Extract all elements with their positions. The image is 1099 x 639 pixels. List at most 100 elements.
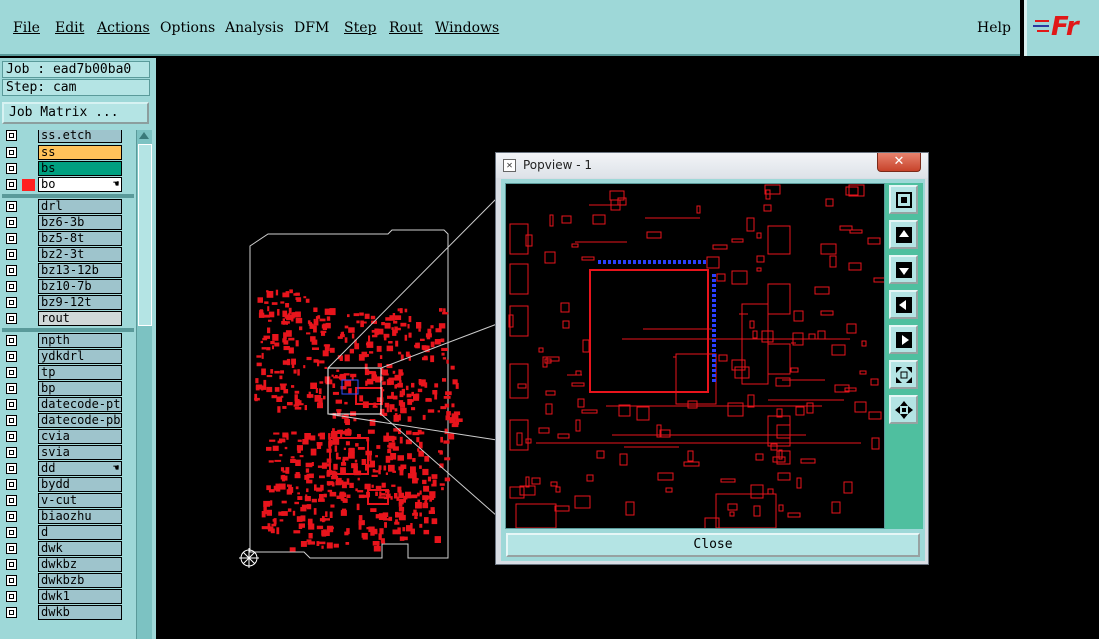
layer-checkbox[interactable] xyxy=(6,495,17,506)
layer-name[interactable]: ydkdrl xyxy=(38,349,122,364)
layer-name[interactable]: dwkbzb xyxy=(38,573,122,588)
layer-checkbox[interactable] xyxy=(6,179,17,190)
layer-name[interactable]: ss.etch xyxy=(38,130,122,143)
layer-row[interactable]: biaozhu xyxy=(2,509,134,525)
layer-checkbox[interactable] xyxy=(6,399,17,410)
layer-checkbox[interactable] xyxy=(6,233,17,244)
layer-name[interactable]: datecode-ptc xyxy=(38,397,122,412)
layer-name[interactable]: bp xyxy=(38,381,122,396)
layer-row[interactable]: bp xyxy=(2,381,134,397)
layer-row[interactable]: d xyxy=(2,525,134,541)
layer-checkbox[interactable] xyxy=(6,265,17,276)
layer-name[interactable]: bydd xyxy=(38,477,122,492)
layer-name[interactable]: tp xyxy=(38,365,122,380)
scroll-up-arrow-icon[interactable] xyxy=(139,132,149,139)
layer-row[interactable]: ydkdrl xyxy=(2,349,134,365)
layer-row[interactable]: npth xyxy=(2,333,134,349)
layer-row[interactable]: bz5-8t xyxy=(2,231,134,247)
layer-row[interactable]: bz6-3b xyxy=(2,215,134,231)
menu-analysis[interactable]: Analysis xyxy=(225,20,284,36)
layer-row[interactable]: bz9-12t xyxy=(2,295,134,311)
popview-close-x-button[interactable]: ✕ xyxy=(877,153,921,172)
layer-checkbox[interactable] xyxy=(6,415,17,426)
layer-checkbox[interactable] xyxy=(6,147,17,158)
layer-checkbox[interactable] xyxy=(6,511,17,522)
layer-name[interactable]: d xyxy=(38,525,122,540)
layer-checkbox[interactable] xyxy=(6,217,17,228)
layer-color-swatch[interactable] xyxy=(22,179,35,191)
layer-name[interactable]: rout xyxy=(38,311,122,326)
layer-checkbox[interactable] xyxy=(6,591,17,602)
popview-tool-arrow-up-button[interactable] xyxy=(889,220,918,249)
layer-name[interactable]: dd ☚ xyxy=(38,461,122,476)
layer-row[interactable]: ss xyxy=(2,145,134,161)
layer-checkbox[interactable] xyxy=(6,163,17,174)
popview-zoom-view[interactable] xyxy=(505,183,885,529)
layer-checkbox[interactable] xyxy=(6,559,17,570)
layer-checkbox[interactable] xyxy=(6,313,17,324)
layer-checkbox[interactable] xyxy=(6,479,17,490)
layer-row[interactable]: dwk xyxy=(2,541,134,557)
popview-close-button[interactable]: Close xyxy=(506,533,920,557)
popview-tool-zoom-out-button[interactable] xyxy=(889,395,918,424)
layer-row[interactable]: svia xyxy=(2,445,134,461)
layer-checkbox[interactable] xyxy=(6,249,17,260)
layer-checkbox[interactable] xyxy=(6,527,17,538)
layer-checkbox[interactable] xyxy=(6,463,17,474)
layer-name[interactable]: drl xyxy=(38,199,122,214)
layer-name[interactable]: cvia xyxy=(38,429,122,444)
menu-edit[interactable]: Edit xyxy=(55,20,84,36)
layer-row[interactable]: dd ☚ xyxy=(2,461,134,477)
layer-row[interactable]: ss.etch xyxy=(2,130,134,144)
layer-row[interactable]: bz10-7b xyxy=(2,279,134,295)
layer-row[interactable]: drl xyxy=(2,199,134,215)
layer-checkbox[interactable] xyxy=(6,201,17,212)
layer-name[interactable]: bz2-3t xyxy=(38,247,122,262)
popview-tool-arrow-right-button[interactable] xyxy=(889,325,918,354)
job-matrix-button[interactable]: Job Matrix ... xyxy=(2,102,149,124)
popview-tool-zoom-fit-button[interactable] xyxy=(889,185,918,214)
menu-windows[interactable]: Windows xyxy=(435,20,499,36)
layer-row[interactable]: cvia xyxy=(2,429,134,445)
layer-checkbox[interactable] xyxy=(6,281,17,292)
layer-list-scrollbar[interactable] xyxy=(136,130,152,639)
popview-tool-zoom-in-button[interactable] xyxy=(889,360,918,389)
layer-checkbox[interactable] xyxy=(6,575,17,586)
layer-row[interactable]: dwkbzb xyxy=(2,573,134,589)
layer-row[interactable]: dwk1 xyxy=(2,589,134,605)
layer-checkbox[interactable] xyxy=(6,351,17,362)
menu-help[interactable]: Help xyxy=(977,20,1011,36)
layer-name[interactable]: ss xyxy=(38,145,122,160)
layer-row[interactable]: bs xyxy=(2,161,134,177)
layer-row[interactable]: bo ☚ xyxy=(2,177,134,193)
layer-name[interactable]: bz6-3b xyxy=(38,215,122,230)
layer-name[interactable]: bz13-12b xyxy=(38,263,122,278)
layer-row[interactable]: datecode-pbc xyxy=(2,413,134,429)
layer-name[interactable]: dwkb xyxy=(38,605,122,620)
layer-checkbox[interactable] xyxy=(6,335,17,346)
layer-row[interactable]: rout xyxy=(2,311,134,327)
layer-row[interactable]: v-cut xyxy=(2,493,134,509)
layer-checkbox[interactable] xyxy=(6,543,17,554)
layer-name[interactable]: dwkbz xyxy=(38,557,122,572)
layer-name[interactable]: biaozhu xyxy=(38,509,122,524)
menu-actions[interactable]: Actions xyxy=(97,20,150,36)
layer-name[interactable]: datecode-pbc xyxy=(38,413,122,428)
layer-checkbox[interactable] xyxy=(6,447,17,458)
layer-checkbox[interactable] xyxy=(6,607,17,618)
layer-row[interactable]: dwkb xyxy=(2,605,134,621)
menu-options[interactable]: Options xyxy=(160,20,215,36)
layer-name[interactable]: bo ☚ xyxy=(38,177,122,192)
layer-row[interactable]: bz13-12b xyxy=(2,263,134,279)
layer-row[interactable]: datecode-ptc xyxy=(2,397,134,413)
layer-row[interactable]: bz2-3t xyxy=(2,247,134,263)
layer-name[interactable]: bz9-12t xyxy=(38,295,122,310)
layer-name[interactable]: svia xyxy=(38,445,122,460)
layer-row[interactable]: tp xyxy=(2,365,134,381)
layer-checkbox[interactable] xyxy=(6,367,17,378)
layer-name[interactable]: bs xyxy=(38,161,122,176)
layer-name[interactable]: bz5-8t xyxy=(38,231,122,246)
popview-tool-arrow-left-button[interactable] xyxy=(889,290,918,319)
layer-checkbox[interactable] xyxy=(6,297,17,308)
layer-name[interactable]: dwk1 xyxy=(38,589,122,604)
